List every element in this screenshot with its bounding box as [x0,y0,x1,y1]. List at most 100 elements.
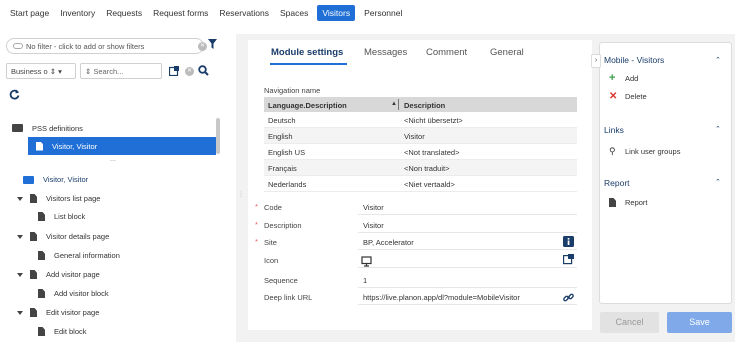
tree-scrollbar[interactable] [216,118,220,154]
tab-comment[interactable]: Comment [426,47,467,58]
nav-request-forms[interactable]: Request forms [153,8,208,18]
column-divider[interactable] [398,99,399,110]
save-button[interactable]: Save [667,312,732,333]
section-title-links[interactable]: Links [604,125,624,135]
chevron-up-icon[interactable]: ⌃ [715,178,721,186]
link-icon: ⚲ [609,146,616,156]
clear-filter-icon[interactable]: ✕ [198,42,207,51]
chevron-up-icon[interactable]: ⌃ [715,56,721,64]
action-delete[interactable]: ✕ Delete [609,91,647,102]
document-icon [38,212,45,221]
outline-label: List block [54,212,86,221]
deep-link-url-input[interactable]: https://live.planon.app/dl?module=Mobile… [358,289,577,305]
tab-module-settings[interactable]: Module settings [271,47,343,58]
outline-item-visitor[interactable]: Visitor, Visitor [23,175,88,184]
column-header-language[interactable]: Language.Description [268,101,347,110]
toggle-icon[interactable] [13,43,23,49]
caret-down-icon[interactable] [17,310,23,315]
search-input[interactable]: ⇕ Search... [80,63,162,79]
outline-item-visitor-details-page[interactable]: Visitor details page [17,232,109,241]
info-icon[interactable] [563,236,574,247]
business-object-select[interactable]: Business o ⇕ ▾ [6,63,76,79]
clear-search-icon[interactable]: ✕ [185,67,194,76]
description-input[interactable]: Visitor [358,217,577,233]
cell-description[interactable]: <Niet vertaald> [404,180,455,189]
outline-item-visitors-list-page[interactable]: Visitors list page [17,194,100,203]
outline-label: Edit visitor page [46,308,100,317]
table-row[interactable]: English US <Not translated> [264,144,577,160]
nav-start-page[interactable]: Start page [10,8,49,18]
cell-language: English [268,132,293,141]
nav-requests[interactable]: Requests [106,8,142,18]
outline-item-list-block[interactable]: List block [38,212,85,221]
cell-language: Français [268,164,297,173]
outline-item-add-visitor-page[interactable]: Add visitor page [17,270,100,279]
cell-description[interactable]: Visitor [404,132,425,141]
new-window-icon[interactable] [169,66,179,76]
site-input[interactable]: BP, Accelerator [358,234,577,250]
refresh-icon[interactable] [9,89,20,100]
filter-text: No filter - click to add or show filters [26,41,145,51]
section-title-mobile-visitors[interactable]: Mobile - Visitors [604,55,664,65]
action-add[interactable]: + Add [609,72,638,84]
sequence-input[interactable]: 1 [358,272,577,288]
outline-label: Visitor details page [46,232,110,241]
folder-icon [12,124,23,132]
required-marker: * [255,202,258,211]
column-header-description[interactable]: Description [404,101,445,110]
icon-input[interactable] [358,252,577,268]
new-window-icon[interactable] [563,254,574,265]
sort-ascending-icon[interactable]: ▲ [391,101,397,107]
outline-item-add-visitor-block[interactable]: Add visitor block [38,289,109,298]
cell-language: Deutsch [268,116,296,125]
nav-reservations[interactable]: Reservations [219,8,269,18]
caret-down-icon[interactable] [17,272,23,277]
field-description: * Description Visitor [255,217,577,233]
nav-personnel[interactable]: Personnel [364,8,402,18]
cell-description[interactable]: <Non traduit> [404,164,449,173]
nav-spaces[interactable]: Spaces [280,8,308,18]
link-icon[interactable] [563,292,574,303]
cell-language: Nederlands [268,180,307,189]
action-report[interactable]: Report [609,198,648,207]
cell-description[interactable]: <Nicht übersetzt> [404,116,463,125]
caret-down-icon[interactable] [17,234,23,239]
outline-label: Visitor, Visitor [43,175,89,184]
document-icon [30,232,37,241]
cancel-button[interactable]: Cancel [600,312,659,333]
table-row[interactable]: Français <Non traduit> [264,160,577,176]
funnel-icon[interactable] [208,39,217,49]
action-link-user-groups[interactable]: ⚲ Link user groups [609,146,680,157]
tree-item-pss-definitions[interactable]: PSS definitions [12,119,212,137]
field-deep-link-url: Deep link URL https://live.planon.app/dl… [264,289,577,305]
outline-item-edit-block[interactable]: Edit block [38,327,87,336]
outline-label: Edit block [54,327,87,336]
tab-general[interactable]: General [490,47,524,58]
document-icon [30,308,37,317]
cell-description[interactable]: <Not translated> [404,148,459,157]
nav-inventory[interactable]: Inventory [60,8,95,18]
field-label: Site [264,238,277,247]
code-input[interactable]: Visitor [358,199,577,215]
caret-down-icon[interactable] [17,196,23,201]
business-object-label: Business o [11,67,48,76]
outline-item-edit-visitor-page[interactable]: Edit visitor page [17,308,99,317]
table-row[interactable]: English Visitor [264,128,577,144]
document-icon [30,270,37,279]
table-row[interactable]: Nederlands <Niet vertaald> [264,176,577,192]
document-icon [36,141,43,151]
drag-handle[interactable]: ⁞ [240,192,242,199]
tree-item-visitor-selected[interactable]: Visitor, Visitor [28,137,216,155]
table-row[interactable]: Deutsch <Nicht übersetzt> [264,112,577,128]
folder-open-icon [23,175,34,184]
filter-box[interactable]: No filter - click to add or show filters… [6,38,207,54]
collapse-panel-button[interactable]: › [591,54,601,68]
grid-header: Language.Description ▲ Description [264,97,577,112]
top-navigation: Start page Inventory Requests Request fo… [0,0,735,26]
nav-visitors[interactable]: Visitors [317,5,356,21]
section-title-report[interactable]: Report [604,178,630,188]
search-icon[interactable] [198,65,209,76]
chevron-up-icon[interactable]: ⌃ [715,125,721,133]
outline-item-general-information[interactable]: General information [38,251,120,260]
tab-messages[interactable]: Messages [364,47,407,58]
